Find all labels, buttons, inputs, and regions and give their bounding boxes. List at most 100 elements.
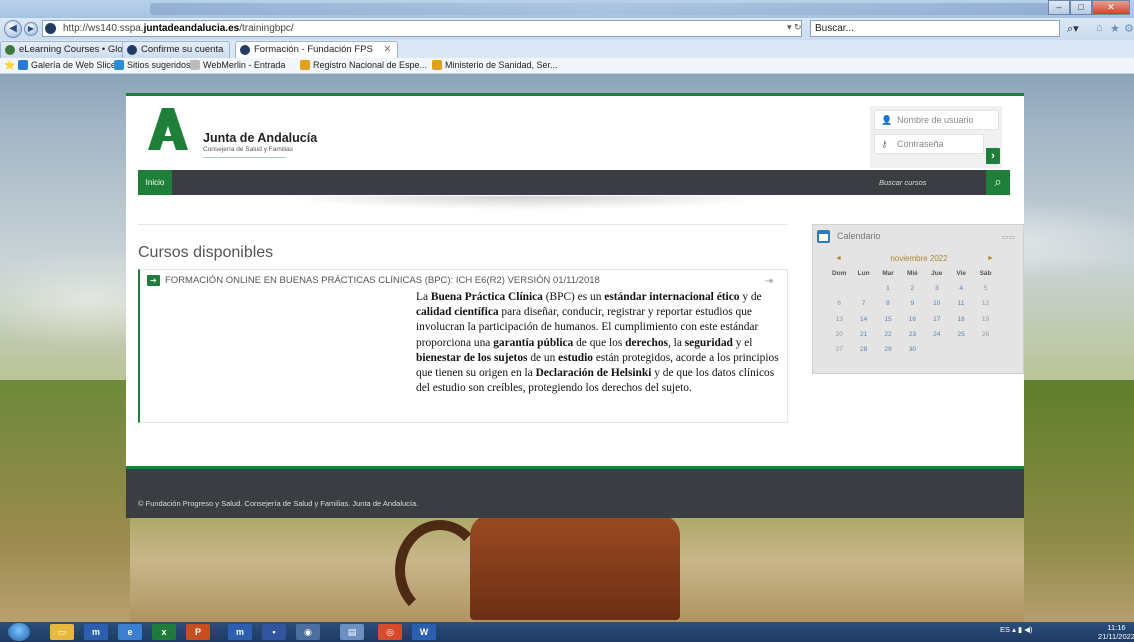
clock[interactable]: 11:16 21/11/2022 xyxy=(1098,623,1134,641)
search-icon[interactable]: ⌕ xyxy=(986,170,1010,195)
calendar-day[interactable]: 3 xyxy=(925,281,949,296)
brand-subtitle: Consejería de Salud y Familias xyxy=(203,146,293,153)
back-icon[interactable]: ◀ xyxy=(4,20,22,38)
fav-sitios[interactable]: Sitios sugeridos ▾ xyxy=(114,58,198,73)
calendar-day[interactable]: 1 xyxy=(876,281,900,296)
ministerio-icon xyxy=(432,60,442,70)
summary-text: y de xyxy=(739,291,762,303)
calendar-month[interactable]: noviembre 2022 xyxy=(883,254,955,263)
calendar-day[interactable]: 21 xyxy=(851,327,875,342)
address-bar[interactable]: http://ws140.sspa.juntadeandalucia.es/tr… xyxy=(42,20,802,37)
calendar-next-month[interactable]: ► xyxy=(987,255,994,262)
password-input[interactable]: ⚷ Contraseña xyxy=(874,134,984,154)
word-icon[interactable]: W xyxy=(412,624,436,640)
calendar-day[interactable]: 6 xyxy=(827,296,851,311)
fav-web-slice[interactable]: Galería de Web Slice ▾ xyxy=(18,58,123,73)
url-host: juntadeandalucia.es xyxy=(143,23,240,34)
minimize-icon[interactable]: – xyxy=(1048,0,1070,15)
fav-registro[interactable]: Registro Nacional de Espe... xyxy=(300,58,427,73)
nav-shadow xyxy=(276,196,776,210)
summary-text: de que los xyxy=(573,336,626,349)
calendar-day[interactable]: 13 xyxy=(827,312,851,327)
junta-logo-icon[interactable] xyxy=(148,108,188,150)
calendar-day[interactable]: 25 xyxy=(949,327,973,342)
calendar-day[interactable]: 7 xyxy=(851,296,875,311)
nav-home-link[interactable]: Inicio xyxy=(138,170,172,195)
calendar-day[interactable]: 23 xyxy=(900,327,924,342)
tab-confirme[interactable]: Confirme su cuenta xyxy=(122,41,231,58)
start-icon[interactable] xyxy=(8,623,30,641)
calendar-day[interactable]: 4 xyxy=(949,281,973,296)
calendar-day[interactable]: 26 xyxy=(973,327,997,342)
summary-bold-text: estudio xyxy=(558,351,593,364)
calendar-day[interactable]: 18 xyxy=(949,312,973,327)
calendar-prev-month[interactable]: ◄ xyxy=(835,255,842,262)
divider xyxy=(138,224,788,225)
webmerlin-icon xyxy=(190,60,200,70)
tab-favicon-icon xyxy=(127,45,137,55)
folder-icon[interactable]: ▭ xyxy=(50,624,74,640)
calendar-day[interactable]: 19 xyxy=(973,312,997,327)
calendar-day[interactable]: 30 xyxy=(900,342,924,357)
forward-icon[interactable]: ▶ xyxy=(24,22,38,36)
calendar-day[interactable]: 2 xyxy=(900,281,924,296)
summary-text: (BPC) es un xyxy=(542,291,605,303)
block-toggle-icon[interactable]: ▭▭ xyxy=(1002,233,1015,241)
close-window-icon[interactable]: ✕ xyxy=(1092,0,1130,15)
login-submit-button[interactable]: › xyxy=(986,148,1000,164)
browser-search-icon[interactable]: ⌕▾ xyxy=(1067,22,1079,36)
excel-icon[interactable]: x xyxy=(152,624,176,640)
calendar-day[interactable]: 5 xyxy=(973,281,997,296)
tab-formacion[interactable]: Formación - Fundación FPS ✕ xyxy=(235,41,399,58)
calendar-day[interactable]: 15 xyxy=(876,312,900,327)
browser-search-input[interactable]: Buscar... xyxy=(810,20,1060,37)
app2-icon[interactable]: m xyxy=(228,624,252,640)
calendar-weekday: Mar xyxy=(882,270,894,277)
network-icon[interactable]: ▮ xyxy=(1018,625,1022,634)
calendar-day xyxy=(851,281,875,296)
calendar-title: Calendario xyxy=(837,231,881,241)
calendar-day[interactable]: 8 xyxy=(876,296,900,311)
summary-bold-text: calidad científica xyxy=(416,306,499,319)
summary-bold-text: seguridad xyxy=(684,336,733,349)
calendar-day[interactable]: 11 xyxy=(949,296,973,311)
calendar-day[interactable]: 20 xyxy=(827,327,851,342)
settings-gear-icon[interactable]: ⚙ xyxy=(1124,22,1134,35)
calendar-day[interactable]: 24 xyxy=(925,327,949,342)
username-input[interactable]: 👤 Nombre de usuario xyxy=(874,110,999,130)
refresh-icon[interactable]: ▾ ↻ xyxy=(787,22,802,33)
chrome-icon[interactable]: ◎ xyxy=(378,624,402,640)
background-grass-right xyxy=(1024,380,1134,642)
calendar-day[interactable]: 17 xyxy=(925,312,949,327)
ie-icon[interactable]: e xyxy=(118,624,142,640)
calendar-day[interactable]: 28 xyxy=(851,342,875,357)
calendar-day[interactable]: 9 xyxy=(900,296,924,311)
calendar-day[interactable]: 27 xyxy=(827,342,851,357)
app3-icon[interactable]: ◉ xyxy=(296,624,320,640)
calendar-day[interactable]: 29 xyxy=(876,342,900,357)
video-icon[interactable]: ▪ xyxy=(262,624,286,640)
doc-icon[interactable]: ▤ xyxy=(340,624,364,640)
fav-ministerio[interactable]: Ministerio de Sanidad, Ser... xyxy=(432,58,558,73)
course-search-input[interactable]: Buscar cursos xyxy=(875,170,986,195)
calendar-week-row: 27 28 29 30 xyxy=(827,342,998,357)
app-icon[interactable]: m xyxy=(84,624,108,640)
calendar-day[interactable]: 22 xyxy=(876,327,900,342)
summary-bold-text: Buena Práctica Clínica xyxy=(430,291,543,303)
tab-close-icon[interactable]: ✕ xyxy=(383,44,391,55)
favorites-star-icon[interactable]: ⭐ xyxy=(4,58,15,73)
calendar-day[interactable]: 10 xyxy=(925,296,949,311)
ppt-icon[interactable]: P xyxy=(186,624,210,640)
language-indicator[interactable]: ES xyxy=(1000,625,1010,634)
calendar-day[interactable]: 16 xyxy=(900,312,924,327)
calendar-day[interactable]: 12 xyxy=(973,296,997,311)
fav-label: Galería de Web Slice ▾ xyxy=(31,60,123,70)
favorites-star-icon[interactable]: ★ xyxy=(1110,22,1120,35)
volume-icon[interactable]: ◀) xyxy=(1024,625,1032,634)
course-title-link[interactable]: FORMACIÓN ONLINE EN BUENAS PRÁCTICAS CLÍ… xyxy=(165,275,600,286)
home-icon[interactable]: ⌂ xyxy=(1096,22,1103,34)
enrol-icon[interactable]: ⇥ xyxy=(765,276,773,287)
calendar-day[interactable]: 14 xyxy=(851,312,875,327)
maximize-icon[interactable]: □ xyxy=(1070,0,1092,15)
fav-webmerlin[interactable]: WebMerlin - Entrada xyxy=(190,58,285,73)
